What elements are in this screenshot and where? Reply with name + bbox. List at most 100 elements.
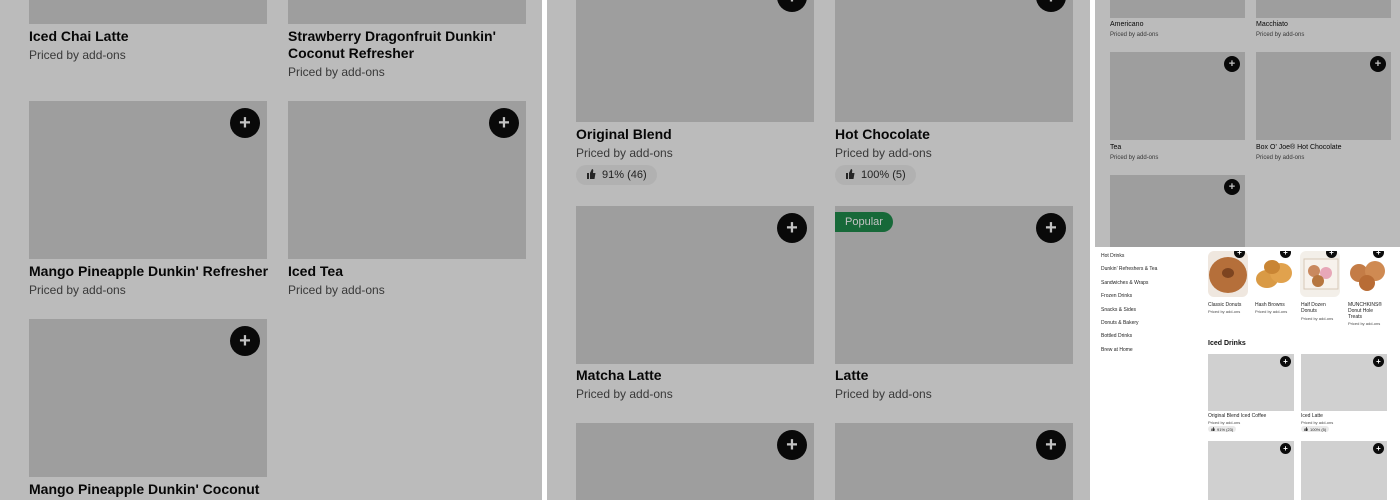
rating-text: 91% (46) [602,169,647,181]
item-image[interactable] [1110,0,1245,18]
item-name[interactable]: Latte [835,367,868,383]
item-price: Priced by add-ons [29,48,126,62]
item-name[interactable]: Hash Browns [1255,302,1293,308]
category-link[interactable]: Dunkin' Refreshers & Tea [1101,266,1157,272]
item-name[interactable]: MUNCHKINS® Donut Hole Treats [1348,302,1386,320]
category-link[interactable]: Donuts & Bakery [1101,320,1139,326]
item-price: Priced by add-ons [1208,309,1241,314]
plus-icon: + [786,433,798,456]
thumbs-up-icon [1304,426,1308,432]
item-name[interactable]: Iced Tea [288,263,343,279]
item-image[interactable] [835,0,1073,122]
item-name[interactable]: Americano [1110,21,1143,28]
plus-icon: + [1283,444,1288,453]
item-name[interactable]: Hot Chocolate [835,126,930,142]
plus-icon: + [239,329,251,352]
add-item-button[interactable]: + [230,326,260,356]
item-price: Priced by add-ons [1301,420,1334,425]
item-name[interactable]: Original Blend [576,126,672,142]
item-price: Priced by add-ons [1110,32,1159,38]
plus-icon: + [1283,251,1288,257]
item-price: Priced by add-ons [576,146,673,160]
item-image[interactable] [576,0,814,122]
menu-panel-hot-drinks: + Original Blend Priced by add-ons 91% (… [547,0,1090,500]
plus-icon: + [1237,251,1242,257]
menu-panel-coffee: Americano Priced by add-ons Macchiato Pr… [1095,0,1400,247]
item-image[interactable] [288,0,526,24]
item-image[interactable] [1347,251,1387,297]
add-item-button[interactable]: + [1373,356,1384,367]
add-item-button[interactable]: + [489,108,519,138]
item-rating: 100% (5) [1301,426,1330,432]
item-rating: 91% (46) [576,165,657,185]
add-item-button[interactable]: + [1224,179,1240,195]
item-name[interactable]: Tea [1110,144,1121,151]
plus-icon: + [1329,251,1334,257]
plus-icon: + [786,216,798,239]
item-image[interactable] [576,423,814,500]
rating-text: 91% (23) [1217,426,1234,432]
item-image[interactable] [835,423,1073,500]
plus-icon: + [1376,444,1381,453]
rating-text: 100% (5) [861,169,906,181]
item-price: Priced by add-ons [835,387,932,401]
item-rating: 91% (23) [1208,426,1237,432]
add-item-button[interactable]: + [1036,213,1066,243]
add-item-button[interactable]: + [1373,443,1384,454]
item-name[interactable]: Original Blend Iced Coffee [1208,413,1298,419]
add-item-button[interactable]: + [1370,56,1386,72]
plus-icon: + [1045,216,1057,239]
add-item-button[interactable]: + [1036,430,1066,460]
item-price: Priced by add-ons [1110,155,1159,161]
add-item-button[interactable]: + [777,430,807,460]
item-rating: 100% (5) [835,165,916,185]
item-name[interactable]: Half Dozen Donuts [1301,302,1339,314]
item-image[interactable] [1256,0,1391,18]
item-name[interactable]: Mango Pineapple Dunkin' Refresher [29,263,268,279]
item-name[interactable]: Mango Pineapple Dunkin' Coconut [29,481,259,497]
category-link[interactable]: Frozen Drinks [1101,293,1132,299]
category-link[interactable]: Brew at Home [1101,347,1133,353]
plus-icon: + [1045,0,1057,9]
thumbs-up-icon [845,168,855,182]
item-name[interactable]: Coconut Refresher [288,45,414,61]
item-name[interactable]: Macchiato [1256,21,1288,28]
item-price: Priced by add-ons [1256,155,1305,161]
item-price: Priced by add-ons [1256,32,1305,38]
menu-item-card[interactable]: Iced Chai Latte Priced by add-ons Strawb… [0,0,542,500]
plus-icon: + [786,0,798,9]
item-price: Priced by add-ons [1208,420,1241,425]
item-price: Priced by add-ons [1348,321,1381,326]
plus-icon: + [1283,357,1288,366]
item-image[interactable] [1300,251,1340,297]
item-name[interactable]: Iced Chai Latte [29,28,129,44]
category-link[interactable]: Hot Drinks [1101,253,1124,259]
item-name[interactable]: Matcha Latte [576,367,662,383]
item-name[interactable]: Iced Latte [1301,413,1339,419]
add-item-button[interactable]: + [230,108,260,138]
item-image[interactable] [1208,251,1248,297]
item-price: Priced by add-ons [1301,316,1334,321]
category-link[interactable]: Bottled Drinks [1101,333,1132,339]
menu-panel-overview: Hot Drinks Dunkin' Refreshers & Tea Sand… [1095,251,1400,500]
item-name[interactable]: Classic Donuts [1208,302,1246,308]
plus-icon: + [1228,58,1236,70]
item-image[interactable] [1254,251,1294,297]
rating-text: 100% (5) [1310,426,1327,432]
menu-panel-refreshers: Iced Chai Latte Priced by add-ons Strawb… [0,0,542,500]
plus-icon: + [1376,251,1381,257]
item-name[interactable]: Strawberry Dragonfruit Dunkin' [288,28,496,44]
add-item-button[interactable]: + [1280,443,1291,454]
item-image[interactable] [29,0,267,24]
item-name[interactable]: Box O' Joe® Hot Chocolate [1256,144,1341,151]
add-item-button[interactable]: + [1224,56,1240,72]
category-link[interactable]: Sandwiches & Wraps [1101,280,1148,286]
plus-icon: + [498,111,510,134]
plus-icon: + [1045,433,1057,456]
add-item-button[interactable]: + [1280,356,1291,367]
category-link[interactable]: Snacks & Sides [1101,307,1136,313]
plus-icon: + [239,111,251,134]
item-price: Priced by add-ons [835,146,932,160]
item-price: Priced by add-ons [288,283,385,297]
add-item-button[interactable]: + [777,213,807,243]
